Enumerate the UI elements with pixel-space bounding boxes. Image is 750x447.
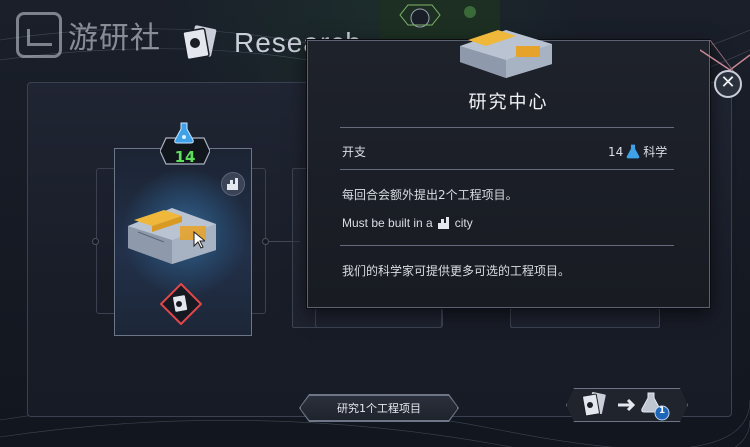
divider [340,169,674,170]
close-button[interactable]: ✕ [714,70,742,98]
cost-unit: 科学 [643,145,668,159]
research-building-icon [460,30,552,78]
research-button-label: 研究1个工程项目 [337,402,421,415]
slot-connector-dot [92,238,99,245]
science-flask-icon [174,122,194,144]
science-flask-icon [626,144,640,159]
watermark-logo-icon [16,12,62,58]
effect-text: 每回合会额外提出2个工程项目。 [342,188,518,202]
project-type-badge [160,283,202,325]
research-building-icon [128,208,216,264]
card-cost-value: 14 [174,148,196,166]
close-icon: ✕ [720,72,736,93]
city-icon [221,172,245,196]
exchange-icons [582,391,670,421]
requirement-text: Must be built in a city [342,216,473,230]
cost-label: 开支 [342,145,367,159]
city-icon [437,217,449,229]
cost-row: 14 科学 [608,143,667,160]
exchange-badge: 1 [658,406,666,416]
project-card-icon [582,391,606,417]
watermark-text: 游研社 [68,21,161,56]
project-card-icon [182,25,217,61]
requirement-suffix: city [454,216,473,230]
cost-value: 14 [608,144,624,159]
cursor-icon [193,231,205,249]
divider [340,127,674,128]
card-slot-frame [510,308,660,328]
divider [340,245,674,246]
requirement-prefix: Must be built in a [342,216,433,230]
research-button[interactable]: 研究1个工程项目 [300,395,458,421]
arrow-right-icon [618,398,636,412]
card-slot-frame [315,308,443,328]
watermark: 游研社 [16,12,161,58]
tooltip-title: 研究中心 [468,92,549,113]
flavor-text: 我们的科学家可提供更多可选的工程项目。 [342,264,571,278]
